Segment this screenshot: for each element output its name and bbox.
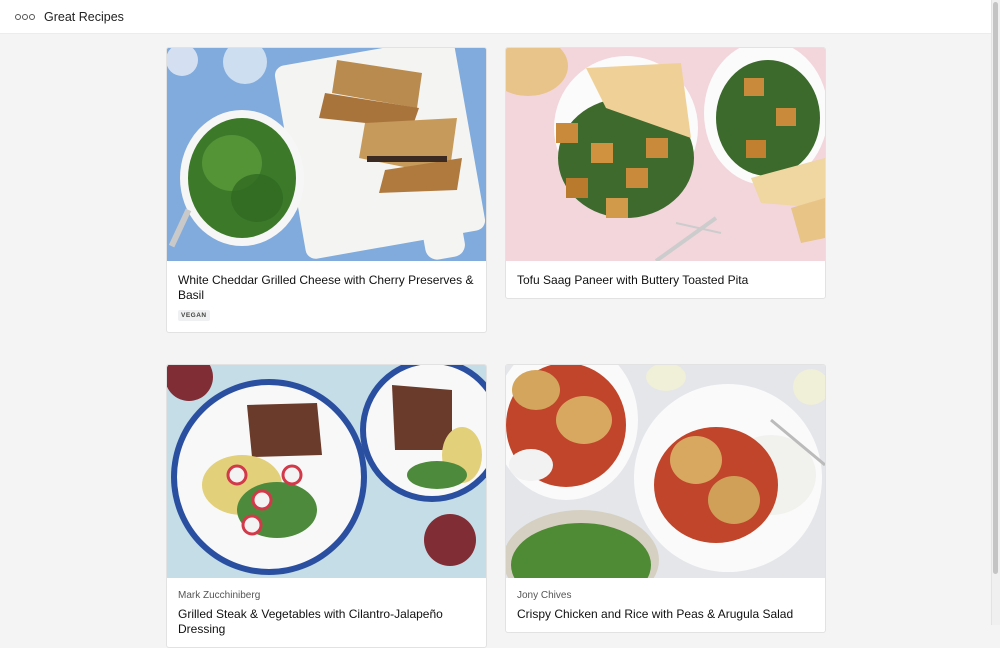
- recipe-card-grilled-steak[interactable]: Mark Zucchiniberg Grilled Steak & Vegeta…: [166, 364, 487, 648]
- app-title[interactable]: Great Recipes: [44, 10, 124, 24]
- recipe-title: Grilled Steak & Vegetables with Cilantro…: [178, 607, 443, 636]
- recipe-author: Jony Chives: [517, 590, 572, 601]
- app-logo-icon[interactable]: [15, 13, 35, 20]
- logo-ring: [15, 13, 21, 20]
- recipe-title: White Cheddar Grilled Cheese with Cherry…: [178, 273, 474, 302]
- scrollbar-thumb[interactable]: [993, 2, 998, 574]
- saag-paneer-photo: [506, 48, 825, 261]
- recipe-title: Tofu Saag Paneer with Buttery Toasted Pi…: [517, 273, 749, 287]
- crispy-chicken-photo: [506, 365, 825, 578]
- recipe-card-saag-paneer[interactable]: Tofu Saag Paneer with Buttery Toasted Pi…: [505, 47, 826, 299]
- recipe-card-grilled-cheese[interactable]: White Cheddar Grilled Cheese with Cherry…: [166, 47, 487, 333]
- recipe-title: Crispy Chicken and Rice with Peas & Arug…: [517, 607, 794, 621]
- grilled-steak-photo: [167, 365, 486, 578]
- recipe-author: Mark Zucchiniberg: [178, 590, 261, 601]
- grilled-cheese-photo: [167, 48, 486, 261]
- top-bar: Great Recipes: [0, 0, 992, 34]
- logo-ring: [22, 13, 28, 20]
- logo-ring: [29, 13, 35, 20]
- diet-tag-badge: VEGAN: [178, 310, 210, 321]
- recipe-card-crispy-chicken[interactable]: Jony Chives Crispy Chicken and Rice with…: [505, 364, 826, 633]
- vertical-scrollbar[interactable]: [991, 0, 1000, 625]
